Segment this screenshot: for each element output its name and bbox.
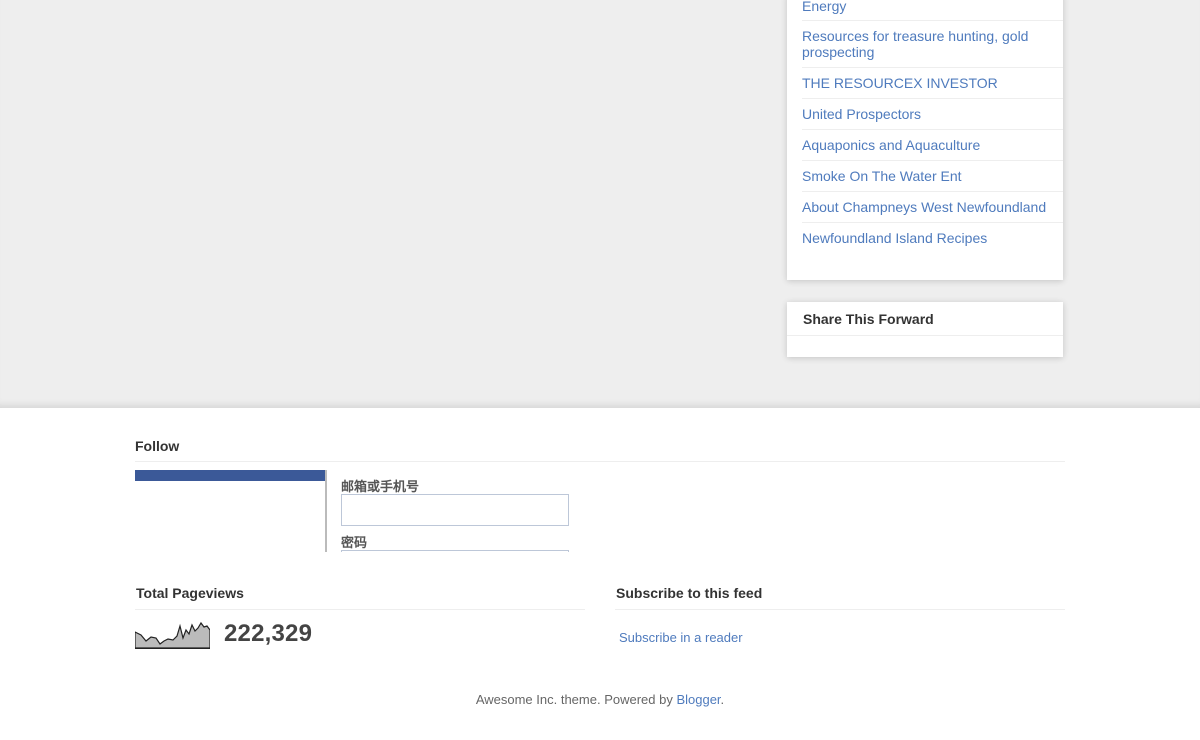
footer-attribution: Awesome Inc. theme. Powered by Blogger.: [0, 692, 1200, 707]
follow-title: Follow: [135, 438, 1065, 462]
blogger-link[interactable]: Blogger: [676, 692, 720, 707]
pageviews-count: 222,329: [224, 619, 313, 647]
links-widget: Energy Resources for treasure hunting, g…: [787, 0, 1063, 280]
subscribe-link-wrapper: Subscribe in a reader: [619, 630, 1065, 645]
link-treasure-hunting[interactable]: Resources for treasure hunting, gold pro…: [802, 28, 1028, 60]
pageviews-sparkline: [135, 621, 210, 649]
subscribe-reader-link[interactable]: Subscribe in a reader: [619, 630, 743, 645]
email-label: 邮箱或手机号: [341, 480, 420, 495]
pageviews-row: 222,329: [135, 618, 585, 649]
facebook-login-frame: 邮箱或手机号 密码: [135, 470, 1065, 552]
email-field[interactable]: [341, 494, 569, 526]
password-label: 密码: [341, 536, 368, 551]
link-energy[interactable]: Energy: [802, 0, 846, 14]
list-item: About Champneys West Newfoundland: [802, 192, 1063, 223]
link-aquaponics[interactable]: Aquaponics and Aquaculture: [802, 137, 980, 153]
list-item: Smoke On The Water Ent: [802, 161, 1063, 192]
list-item: Aquaponics and Aquaculture: [802, 130, 1063, 161]
attribution-suffix: .: [720, 692, 725, 707]
link-united-prospectors[interactable]: United Prospectors: [802, 106, 921, 122]
link-resourcex-investor[interactable]: THE RESOURCEX INVESTOR: [802, 75, 998, 91]
subscribe-title: Subscribe to this feed: [615, 585, 1065, 610]
list-item: Newfoundland Island Recipes: [802, 223, 1063, 253]
list-item: United Prospectors: [802, 99, 1063, 130]
password-field[interactable]: [341, 550, 569, 552]
attribution-text: Awesome Inc. theme. Powered by: [475, 692, 677, 707]
subscribe-widget: Subscribe to this feed Subscribe in a re…: [615, 585, 1065, 645]
facebook-login-form: 邮箱或手机号 密码: [341, 476, 569, 552]
facebook-panel: [135, 470, 327, 552]
share-widget-title: Share This Forward: [787, 302, 1063, 336]
follow-widget: Follow 邮箱或手机号 密码: [135, 438, 1065, 552]
link-newfoundland-recipes[interactable]: Newfoundland Island Recipes: [802, 230, 987, 246]
pageviews-widget: Total Pageviews 222,329: [135, 585, 585, 649]
facebook-header-bar: [135, 470, 325, 481]
link-champneys-west[interactable]: About Champneys West Newfoundland: [802, 199, 1046, 215]
link-smoke-on-the-water[interactable]: Smoke On The Water Ent: [802, 168, 962, 184]
pageviews-title: Total Pageviews: [135, 585, 585, 610]
list-item: THE RESOURCEX INVESTOR: [802, 68, 1063, 99]
links-list: Energy Resources for treasure hunting, g…: [787, 0, 1063, 253]
list-item: Energy: [802, 0, 1063, 21]
list-item: Resources for treasure hunting, gold pro…: [802, 21, 1063, 68]
share-widget: Share This Forward: [787, 302, 1063, 357]
